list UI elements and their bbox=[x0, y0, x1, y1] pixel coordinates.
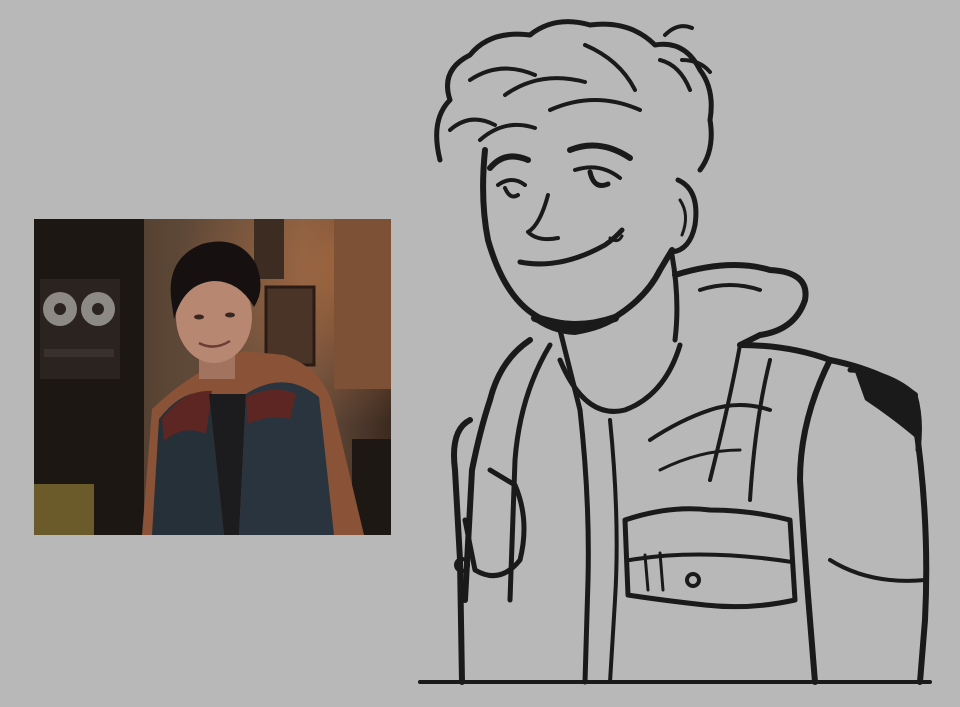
sketch-drawing bbox=[418, 19, 932, 685]
line-art-sketch bbox=[410, 0, 960, 707]
reference-photo-image bbox=[34, 219, 391, 535]
reference-photo bbox=[34, 219, 391, 535]
shoulder-shadow bbox=[855, 372, 920, 440]
artwork-canvas bbox=[0, 0, 960, 707]
